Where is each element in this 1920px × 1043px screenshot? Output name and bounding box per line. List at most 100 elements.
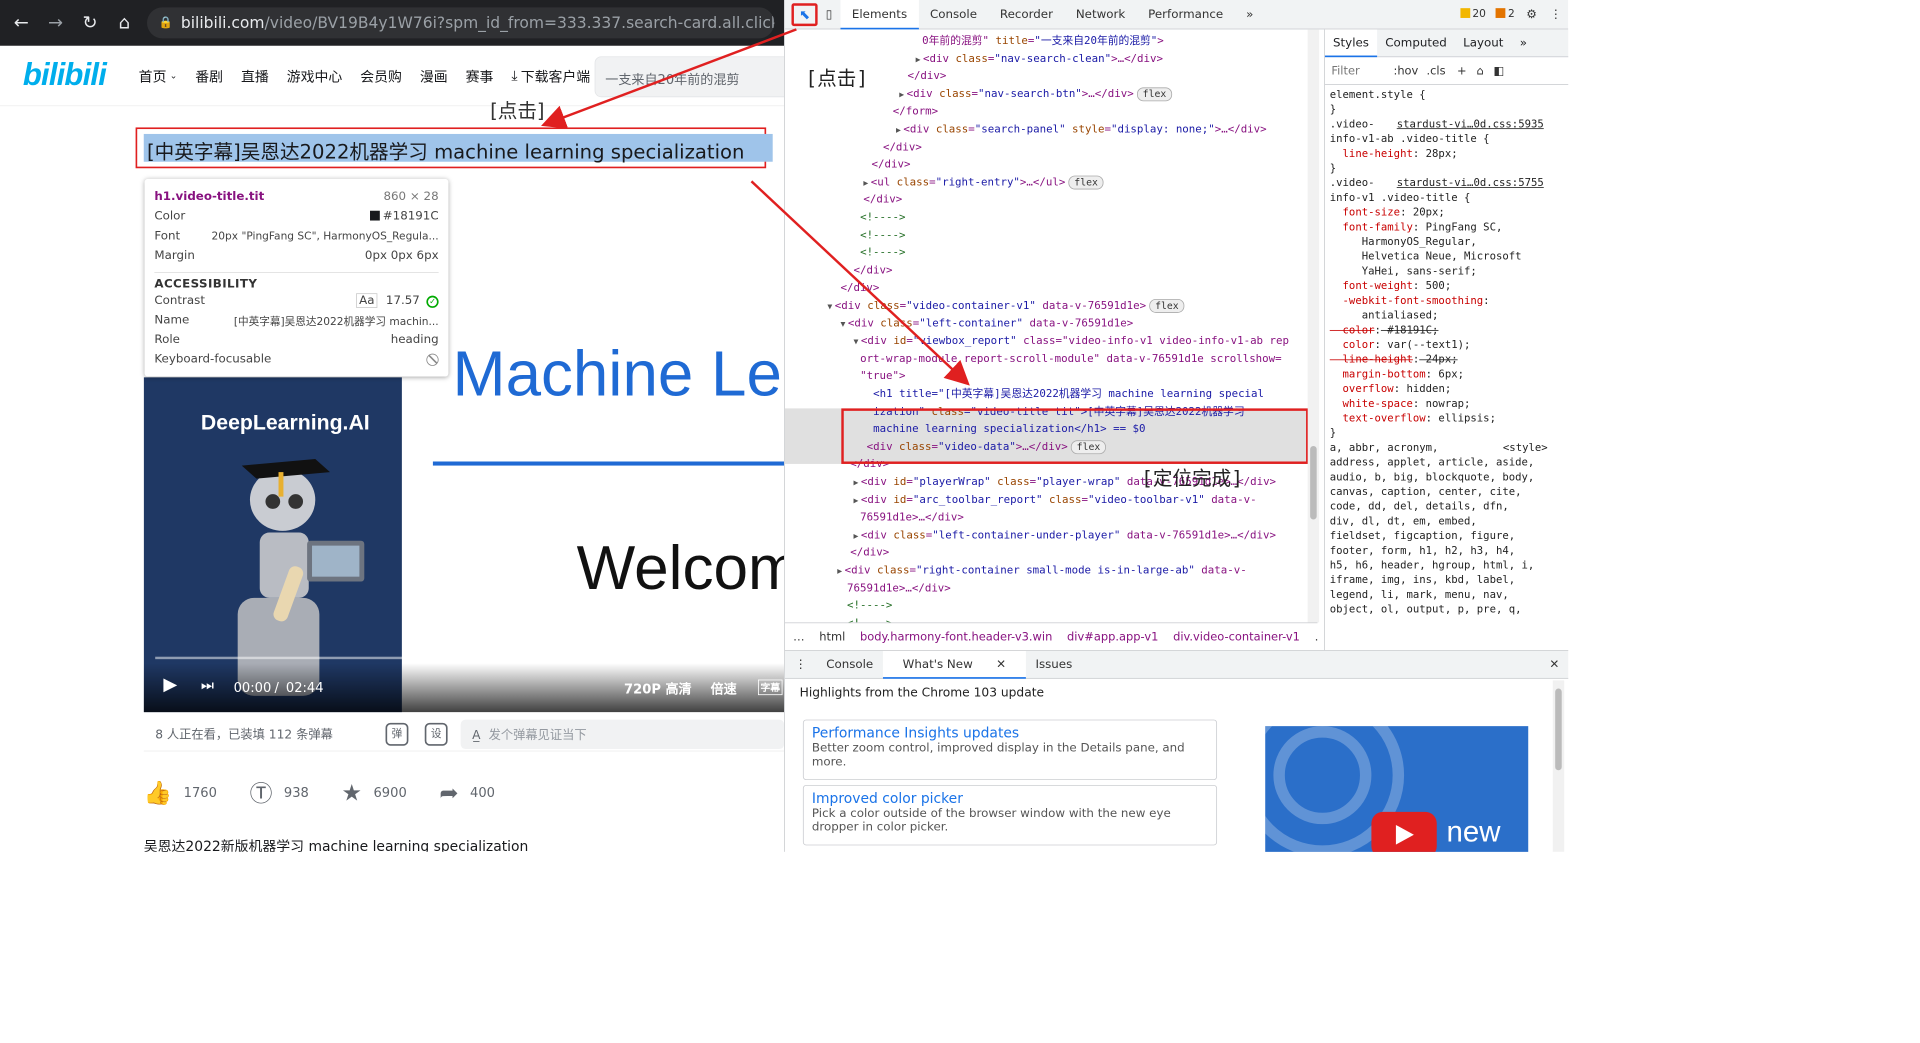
dom-line[interactable]: </div> xyxy=(850,544,889,562)
news-card[interactable]: Performance Insights updates Better zoom… xyxy=(802,719,1218,781)
drawer-menu-icon[interactable]: ⋮ xyxy=(785,651,816,679)
dom-line[interactable]: 76591d1e>…</div> xyxy=(847,580,951,598)
style-line[interactable]: .video-stardust-vi…0d.css:5935 xyxy=(1330,118,1544,133)
dom-line[interactable]: ▶ <ul class="right-entry">…</ul> flex xyxy=(863,174,1104,192)
style-line[interactable]: color: #18191C; xyxy=(1330,323,1439,338)
drawer-close-icon[interactable]: ✕ xyxy=(1540,651,1569,679)
favorite-button[interactable]: ★ 6900 xyxy=(342,779,407,806)
dom-line[interactable]: <!----> xyxy=(847,597,892,615)
drawer-tab-console[interactable]: Console xyxy=(816,651,883,679)
style-line[interactable]: font-size: 20px; xyxy=(1330,206,1445,221)
paint-icon[interactable]: ⌂ xyxy=(1476,63,1483,78)
nav-esports[interactable]: 赛事 xyxy=(466,65,494,85)
nav-anime[interactable]: 番剧 xyxy=(195,65,223,85)
dom-line[interactable]: ▶ <div class="nav-search-clean">…</div> xyxy=(916,50,1163,68)
dom-line[interactable]: <!----> xyxy=(860,244,905,262)
close-icon[interactable]: ✕ xyxy=(986,658,1016,671)
dom-line[interactable]: ▼ <div id="viewbox_report" class="video-i… xyxy=(854,333,1289,351)
style-line[interactable]: info-v1 .video-title { xyxy=(1330,191,1471,206)
dom-line[interactable]: ▶ <div class="right-container small-mode … xyxy=(837,562,1246,580)
style-line[interactable]: object, ol, output, p, pre, q, xyxy=(1330,603,1522,618)
add-rule-icon[interactable]: + xyxy=(1457,63,1467,78)
style-line[interactable]: } xyxy=(1330,103,1336,118)
cls-toggle[interactable]: .cls xyxy=(1427,63,1446,78)
dom-line[interactable]: ▶ <div id="arc_toolbar_report" class="vid… xyxy=(854,491,1257,509)
youtube-play-icon[interactable] xyxy=(1371,811,1437,852)
style-line[interactable]: h5, h6, header, hgroup, html, i, xyxy=(1330,559,1535,574)
dom-line[interactable]: ▶ <div class="search-panel" style="displa… xyxy=(896,121,1267,139)
style-line[interactable]: antialiased; xyxy=(1330,309,1439,324)
breadcrumb-more[interactable]: … xyxy=(793,630,804,643)
news-card[interactable]: Improved color picker Pick a color outsi… xyxy=(802,784,1218,846)
dom-line[interactable]: </div> xyxy=(863,191,902,209)
dom-line[interactable]: ort-wrap-module report-scroll-module" da… xyxy=(860,350,1282,368)
dom-scrollbar[interactable] xyxy=(1307,29,1320,623)
style-line[interactable]: } xyxy=(1330,426,1336,441)
drawer-tab-whats-new[interactable]: What's New ✕ xyxy=(883,650,1026,679)
nav-home[interactable]: 首页 xyxy=(139,65,167,85)
scroll-thumb[interactable] xyxy=(1555,688,1562,771)
dom-line[interactable]: 76591d1e>…</div> xyxy=(860,509,964,527)
promo-video-thumbnail[interactable]: new xyxy=(1265,726,1529,852)
tab-network[interactable]: Network xyxy=(1064,0,1136,29)
sidebar-toggle-icon[interactable]: ◧ xyxy=(1493,63,1504,78)
style-line[interactable]: line-height: 28px; xyxy=(1330,147,1458,162)
tab-performance[interactable]: Performance xyxy=(1137,0,1235,29)
style-line[interactable]: div, dl, dt, em, embed, xyxy=(1330,515,1477,530)
video-title-highlight[interactable]: [中英字幕]吴恩达2022机器学习 machine learning speci… xyxy=(135,127,773,169)
nav-mall[interactable]: 会员购 xyxy=(360,65,402,85)
tab-computed[interactable]: Computed xyxy=(1377,29,1455,56)
scroll-thumb[interactable] xyxy=(1310,445,1317,520)
speed-button[interactable]: 倍速 xyxy=(711,678,737,698)
danmaku-settings-icon[interactable]: 设 xyxy=(424,722,448,746)
breadcrumb-body[interactable]: body.harmony-font.header-v3.win xyxy=(860,630,1052,643)
dom-line[interactable]: <h1 title="[中英字幕]吴恩达2022机器学习 machine lea… xyxy=(873,386,1264,404)
like-button[interactable]: 👍 1760 xyxy=(144,779,217,806)
style-line[interactable]: audio, b, big, blockquote, body, xyxy=(1330,470,1535,485)
style-line[interactable]: canvas, caption, center, cite, xyxy=(1330,485,1522,500)
style-line[interactable]: element.style { xyxy=(1330,88,1426,103)
style-line[interactable]: HarmonyOS_Regular, xyxy=(1330,235,1477,250)
style-line[interactable]: text-overflow: ellipsis; xyxy=(1330,412,1496,427)
tab-styles[interactable]: Styles xyxy=(1324,29,1378,57)
styles-filter-input[interactable]: Filter xyxy=(1331,63,1393,78)
style-line[interactable]: -webkit-font-smoothing: xyxy=(1330,294,1490,309)
device-toolbar-icon[interactable]: ▯ xyxy=(818,0,841,29)
news-card-title[interactable]: Improved color picker xyxy=(812,791,1208,807)
coin-button[interactable]: Ⓣ 938 xyxy=(250,776,309,809)
news-card-title[interactable]: Performance Insights updates xyxy=(812,725,1208,741)
chevron-down-icon[interactable]: ⌄ xyxy=(170,70,178,81)
style-line[interactable]: color: var(--text1); xyxy=(1330,338,1471,353)
style-line[interactable]: legend, li, mark, menu, nav, xyxy=(1330,588,1509,603)
more-tabs-icon[interactable]: » xyxy=(1235,0,1265,29)
tab-recorder[interactable]: Recorder xyxy=(988,0,1064,29)
dom-line[interactable]: 0年前的混剪" title="一支来自20年前的混剪"> xyxy=(922,33,1164,51)
play-icon[interactable]: ▶ xyxy=(163,675,177,695)
style-line[interactable]: line-height: 24px; xyxy=(1330,353,1458,368)
style-line[interactable]: .video-stardust-vi…0d.css:5755 xyxy=(1330,176,1544,191)
tab-layout[interactable]: Layout xyxy=(1455,29,1512,56)
dom-line[interactable]: "true"> xyxy=(860,368,905,386)
dom-line[interactable]: <!----> xyxy=(860,227,905,245)
warning-badge[interactable]: 20 xyxy=(1460,8,1486,20)
home-icon[interactable]: ⌂ xyxy=(113,13,136,33)
style-line[interactable]: font-family: PingFang SC, xyxy=(1330,221,1503,236)
nav-game-center[interactable]: 游戏中心 xyxy=(287,65,343,85)
forward-icon[interactable]: → xyxy=(44,13,67,33)
dom-line[interactable]: </div> xyxy=(883,139,922,157)
dom-line[interactable]: </div> xyxy=(907,68,946,86)
nav-manga[interactable]: 漫画 xyxy=(420,65,448,85)
breadcrumb-app[interactable]: div#app.app-v1 xyxy=(1067,630,1158,643)
dom-line[interactable]: </div> xyxy=(840,280,879,298)
style-line[interactable]: Helvetica Neue, Microsoft xyxy=(1330,250,1522,265)
progress-bar[interactable] xyxy=(155,656,785,660)
style-line[interactable]: code, dd, del, details, dfn, xyxy=(1330,500,1509,515)
style-line[interactable]: fieldset, figcaption, figure, xyxy=(1330,529,1515,544)
element-picker-icon[interactable]: ⬉ xyxy=(791,2,818,26)
kebab-menu-icon[interactable]: ⋮ xyxy=(1543,0,1568,29)
breadcrumb-more-right[interactable]: … xyxy=(1315,630,1318,643)
style-line[interactable]: footer, form, h1, h2, h3, h4, xyxy=(1330,544,1515,559)
error-badge[interactable]: 2 xyxy=(1495,8,1515,20)
style-line[interactable]: address, applet, article, aside, xyxy=(1330,456,1535,471)
style-source-link[interactable]: stardust-vi…0d.css:5935 xyxy=(1397,118,1544,133)
